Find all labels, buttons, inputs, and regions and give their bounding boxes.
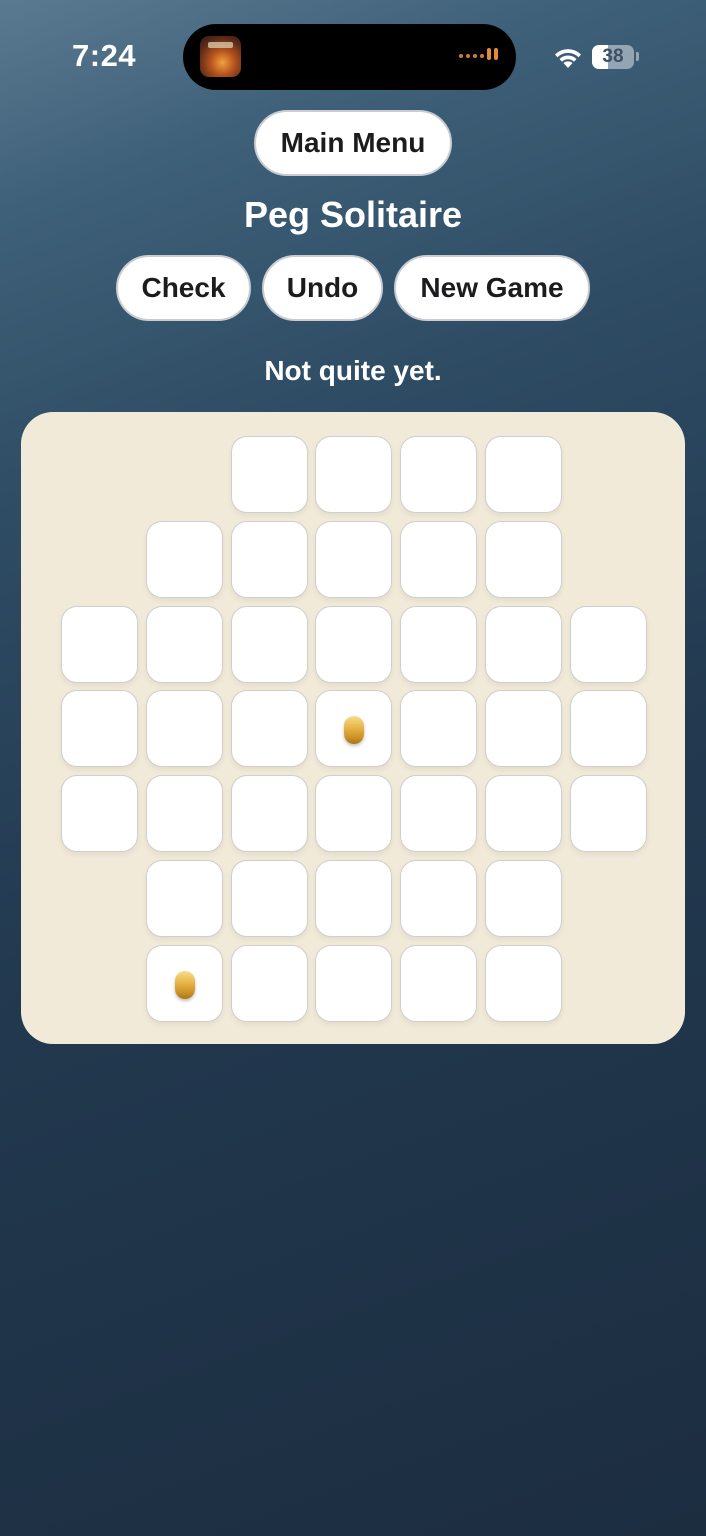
board-hole-r6c1[interactable] — [145, 944, 223, 1022]
board-hole-r3c0[interactable] — [61, 690, 138, 768]
board-hole-r3c5[interactable] — [485, 690, 562, 768]
new-game-button[interactable]: New Game — [394, 255, 590, 321]
board-hole-r2c0[interactable] — [61, 605, 138, 683]
board-hole-r1c2[interactable] — [230, 520, 308, 598]
board-hole-r1c3[interactable] — [315, 520, 393, 598]
board-hole-r0c2[interactable] — [230, 436, 308, 513]
dynamic-island[interactable] — [183, 24, 516, 90]
status-time: 7:24 — [72, 38, 137, 73]
board-hole-r4c1[interactable] — [145, 775, 223, 853]
board-hole-r6c4[interactable] — [400, 944, 478, 1022]
game-board — [21, 412, 685, 1044]
board-hole-r3c1[interactable] — [145, 690, 223, 768]
check-button[interactable]: Check — [116, 255, 251, 321]
board-hole-r1c1[interactable] — [145, 520, 223, 598]
board-hole-r0c3[interactable] — [315, 436, 393, 513]
page-title: Peg Solitaire — [243, 194, 463, 235]
board-hole-r3c4[interactable] — [400, 690, 478, 768]
board-hole-r4c3[interactable] — [315, 775, 393, 853]
wifi-icon — [555, 49, 581, 68]
board-hole-r0c4[interactable] — [400, 436, 478, 513]
battery-level: 38 — [602, 46, 624, 67]
board-hole-r6c2[interactable] — [230, 944, 308, 1022]
board-hole-r1c4[interactable] — [400, 520, 478, 598]
board-hole-r3c3[interactable] — [315, 690, 393, 768]
board-hole-r5c4[interactable] — [400, 860, 478, 937]
board-hole-r2c1[interactable] — [145, 605, 223, 683]
board-hole-r5c5[interactable] — [485, 860, 562, 937]
board-hole-r2c6[interactable] — [569, 605, 647, 683]
board-hole-r6c3[interactable] — [315, 944, 393, 1022]
audio-activity-icon — [459, 48, 498, 60]
board-hole-r2c5[interactable] — [485, 605, 562, 683]
board-hole-r4c4[interactable] — [400, 775, 478, 853]
peg-icon[interactable] — [344, 716, 365, 745]
board-hole-r5c2[interactable] — [230, 860, 308, 937]
board-hole-r2c2[interactable] — [230, 605, 308, 683]
board-hole-r0c5[interactable] — [485, 436, 562, 513]
app-artwork-icon[interactable] — [200, 36, 241, 77]
board-hole-r1c5[interactable] — [485, 520, 562, 598]
board-hole-r4c0[interactable] — [61, 775, 138, 853]
board-hole-r4c6[interactable] — [569, 775, 647, 853]
board-hole-r5c3[interactable] — [315, 860, 393, 937]
battery-icon: 38 — [592, 45, 634, 69]
board-hole-r6c5[interactable] — [485, 944, 562, 1022]
board-hole-r5c1[interactable] — [145, 860, 223, 937]
battery-tip — [636, 52, 639, 61]
board-hole-r2c4[interactable] — [400, 605, 478, 683]
board-hole-r3c2[interactable] — [230, 690, 308, 768]
main-menu-button[interactable]: Main Menu — [254, 110, 452, 176]
board-hole-r3c6[interactable] — [569, 690, 647, 768]
board-hole-r4c5[interactable] — [485, 775, 562, 853]
peg-icon[interactable] — [174, 970, 195, 999]
board-hole-r2c3[interactable] — [315, 605, 393, 683]
status-message: Not quite yet. — [264, 355, 442, 386]
undo-button[interactable]: Undo — [262, 255, 383, 321]
board-hole-r4c2[interactable] — [230, 775, 308, 853]
